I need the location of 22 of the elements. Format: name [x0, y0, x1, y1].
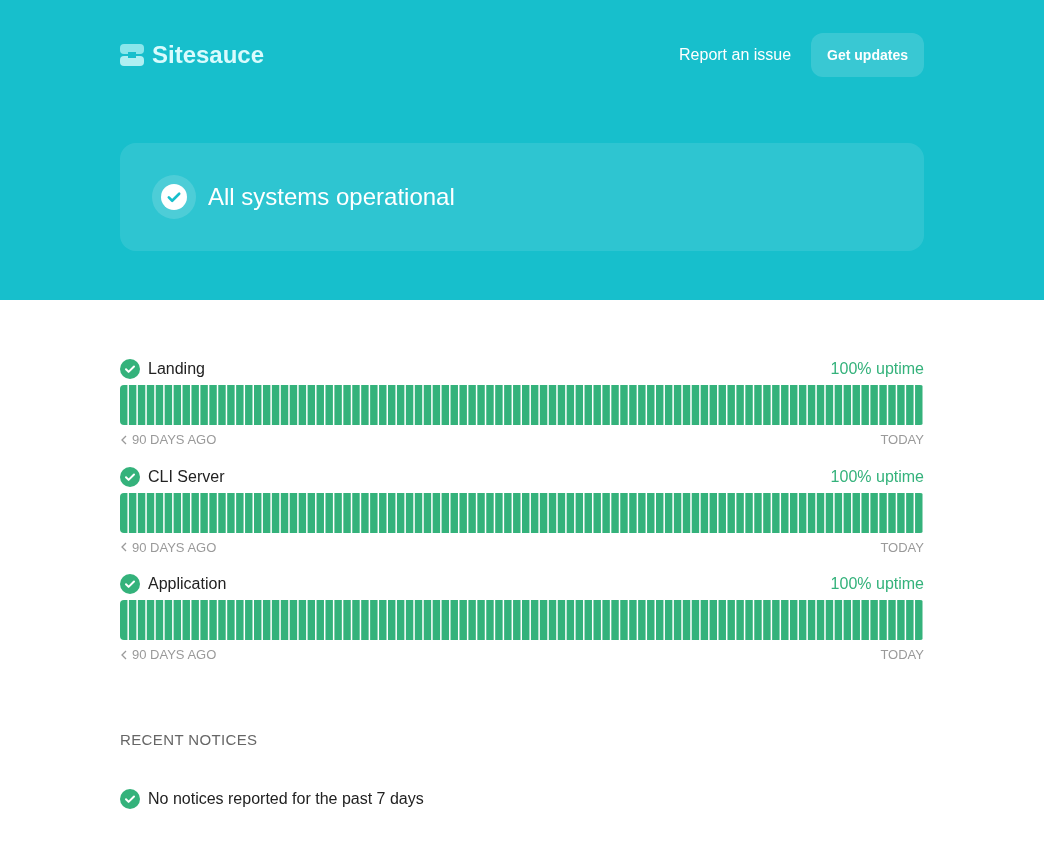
range-start-label: 90 DAYS AGO [132, 538, 217, 557]
notice-text: No notices reported for the past 7 days [148, 789, 424, 809]
chevron-left-icon [120, 649, 128, 660]
get-updates-button[interactable]: Get updates [811, 33, 924, 77]
service-name: Application [148, 574, 227, 594]
range-start-label: 90 DAYS AGO [132, 431, 217, 449]
report-issue-link[interactable]: Report an issue [679, 43, 792, 67]
uptime-label: 100% uptime [830, 466, 924, 487]
range-end-label: TODAY [880, 431, 924, 449]
status-title: All systems operational [208, 182, 455, 212]
service-name: CLI Server [148, 466, 225, 487]
uptime-label: 100% uptime [830, 359, 924, 379]
notices-heading: RECENT NOTICES [120, 729, 259, 750]
range-end-label: TODAY [880, 646, 924, 664]
range-start-label: 90 DAYS AGO [132, 646, 217, 664]
brand-name: Sitesauce [152, 40, 265, 70]
chevron-left-icon [120, 542, 128, 553]
logo-icon [120, 44, 144, 66]
range-end-label: TODAY [880, 538, 924, 557]
service-name: Landing [148, 359, 205, 379]
uptime-label: 100% uptime [830, 574, 924, 594]
chevron-left-icon [120, 434, 128, 445]
